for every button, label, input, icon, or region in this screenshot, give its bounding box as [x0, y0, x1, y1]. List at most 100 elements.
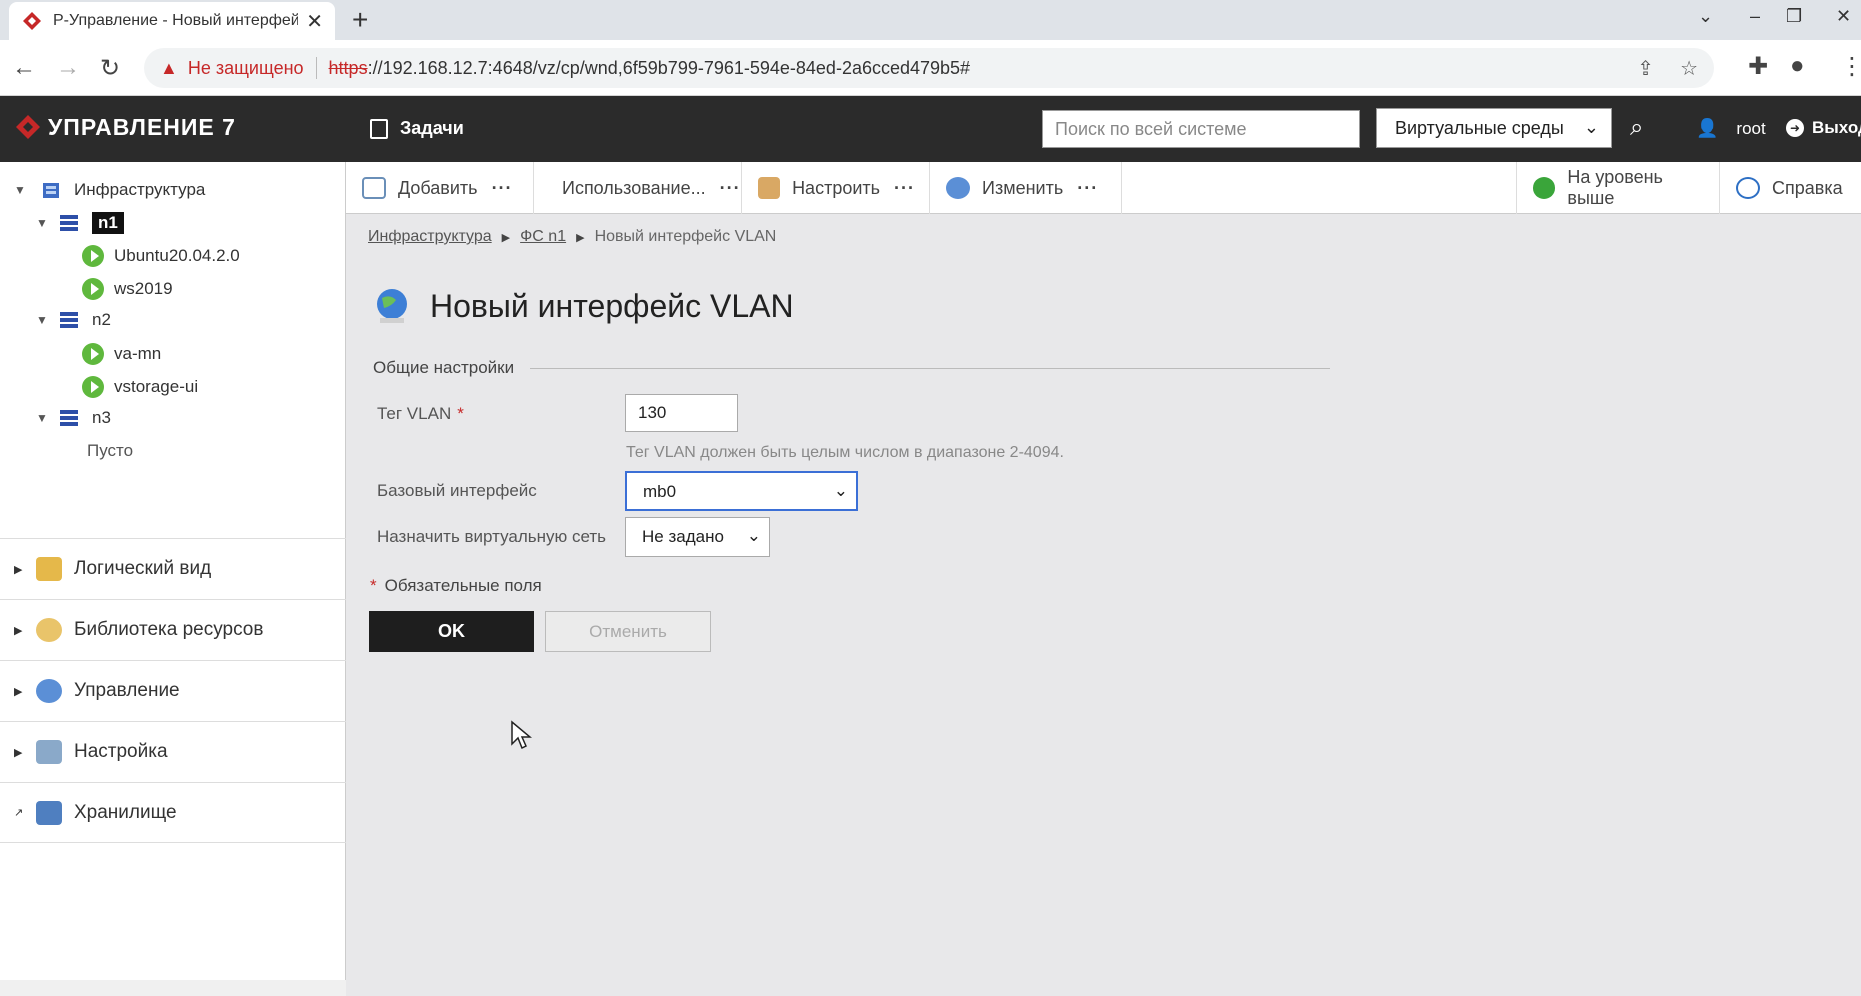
expand-toggle-icon[interactable]: ▼ [36, 216, 54, 230]
environment-select[interactable]: Виртуальные среды ⌄ [1376, 108, 1612, 148]
chevron-down-icon: ⌄ [833, 481, 848, 500]
expand-toggle-icon[interactable]: ▼ [36, 411, 54, 425]
server-node-icon [60, 410, 78, 426]
profile-icon[interactable]: ● [1790, 52, 1805, 80]
help-label: Справка [1772, 177, 1843, 198]
empty-label: Пусто [87, 441, 134, 460]
app-logo[interactable]: УПРАВЛЕНИЕ 7 [14, 113, 236, 141]
ok-button[interactable]: OK [369, 611, 534, 652]
global-search-input[interactable]: Поиск по всей системе [1042, 110, 1360, 148]
tree-item-label: ws2019 [114, 279, 173, 298]
tab-close-icon[interactable]: ✕ [306, 9, 323, 34]
cancel-button[interactable]: Отменить [545, 611, 711, 652]
change-gear-icon [946, 177, 970, 199]
reload-icon[interactable]: ↻ [100, 54, 120, 83]
required-marker: * [457, 404, 464, 423]
browser-menu-icon[interactable]: ⋮ [1840, 52, 1861, 81]
up-level-label: На уровень выше [1567, 167, 1663, 208]
external-link-icon: ↗ [14, 807, 24, 819]
tree-item-empty: Пусто [87, 441, 133, 461]
expand-arrow-icon: ▶ [14, 746, 23, 759]
up-level-button[interactable]: На уровень выше [1516, 162, 1720, 214]
breadcrumb-current: Новый интерфейс VLAN [594, 228, 777, 245]
tree-item-node-n2[interactable]: ▼ n2 [36, 310, 111, 330]
base-interface-select[interactable]: mb0 ⌄ [625, 471, 858, 511]
username: root [1736, 118, 1766, 138]
share-icon[interactable]: ⇪ [1637, 56, 1654, 81]
page-title: Новый интерфейс VLAN [372, 286, 794, 326]
logo-icon [16, 115, 40, 139]
sidebar-horizontal-scrollbar[interactable] [0, 980, 346, 996]
tab-list-chevron-icon[interactable]: ⌄ [1698, 6, 1713, 27]
add-button[interactable]: Добавить ··· [346, 162, 534, 214]
vlan-tag-hint: Тег VLAN должен быть целым числом в диап… [626, 444, 1064, 461]
virtual-network-select[interactable]: Не задано ⌄ [625, 517, 770, 557]
change-button[interactable]: Изменить ··· [930, 162, 1122, 214]
bookmark-star-icon[interactable]: ☆ [1680, 56, 1698, 81]
extensions-icon[interactable]: ✚ [1748, 52, 1768, 81]
tree-item-node-n1[interactable]: ▼ n1 [36, 212, 124, 234]
minimize-icon[interactable]: – [1750, 6, 1760, 27]
vlan-tag-input[interactable]: 130 [625, 394, 738, 432]
tree-item-vm[interactable]: Ubuntu20.04.2.0 [82, 245, 240, 267]
browser-tab[interactable]: Р-Управление - Новый интерфейс VLAN ✕ [9, 2, 335, 40]
new-tab-button[interactable]: + [352, 4, 368, 36]
back-icon[interactable]: ← [12, 54, 36, 82]
section-label: Логический вид [74, 558, 212, 579]
expand-toggle-icon[interactable]: ▼ [36, 313, 54, 327]
sidebar-section-management[interactable]: ▶ Управление [0, 660, 346, 721]
tab-title: Р-Управление - Новый интерфейс VLAN [53, 12, 299, 29]
configure-button[interactable]: Настроить ··· [742, 162, 930, 214]
configure-label: Настроить [792, 177, 881, 198]
more-icon[interactable]: ··· [720, 178, 741, 199]
help-button[interactable]: Справка [1720, 162, 1861, 214]
tree-item-label: vstorage-ui [114, 377, 199, 396]
configure-icon [758, 177, 781, 199]
sidebar-section-settings[interactable]: ▶ Настройка [0, 721, 346, 782]
breadcrumb-link[interactable]: ФС n1 [520, 228, 566, 246]
navigation-sidebar: ▼ Инфраструктура ▼ n1 Ubuntu20.04.2.0 ws… [0, 162, 346, 996]
logout-icon: ➜ [1786, 119, 1804, 137]
expand-toggle-icon[interactable]: ▼ [14, 183, 32, 197]
sidebar-section-storage[interactable]: ↗ Хранилище [0, 782, 346, 843]
expand-arrow-icon: ▶ [14, 624, 23, 637]
more-icon[interactable]: ··· [492, 178, 513, 199]
usage-button[interactable]: Использование... ··· [534, 162, 742, 214]
more-icon[interactable]: ··· [894, 178, 915, 199]
restore-icon[interactable]: ❐ [1786, 6, 1802, 27]
section-label: Библиотека ресурсов [74, 619, 264, 640]
user-menu[interactable]: 👤 root [1696, 118, 1766, 139]
tree-item-label: va-mn [114, 344, 162, 363]
forward-icon[interactable]: → [56, 54, 80, 82]
storage-icon [36, 800, 62, 825]
tree-item-vm[interactable]: vstorage-ui [82, 376, 198, 398]
chevron-down-icon: ⌄ [1583, 117, 1599, 137]
resource-library-icon [36, 618, 62, 642]
tasks-button[interactable]: Задачи [370, 118, 464, 139]
breadcrumb-link[interactable]: Инфраструктура [368, 228, 492, 246]
address-bar: ← → ↻ ▲ Не защищено https://192.168.12.7… [0, 40, 1861, 96]
server-node-icon [60, 312, 78, 328]
app-header: УПРАВЛЕНИЕ 7 Задачи Поиск по всей систем… [0, 96, 1861, 162]
sidebar-section-logical-view[interactable]: ▶ Логический вид [0, 538, 346, 599]
server-node-icon [60, 215, 78, 231]
tree-item-node-n3[interactable]: ▼ n3 [36, 408, 111, 428]
security-status[interactable]: Не защищено [188, 58, 304, 79]
tree-item-vm[interactable]: va-mn [82, 343, 161, 365]
search-icon[interactable]: ⌕ [1630, 114, 1643, 142]
sidebar-section-resource-library[interactable]: ▶ Библиотека ресурсов [0, 599, 346, 660]
tree-item-vm[interactable]: ws2019 [82, 278, 173, 300]
usage-label: Использование... [562, 177, 706, 198]
required-fields-note: * Обязательные поля [370, 576, 542, 596]
logout-button[interactable]: ➜ Выход [1786, 118, 1861, 138]
section-legend: Общие настройки [373, 358, 515, 377]
breadcrumb-separator-icon: ▶ [576, 231, 585, 244]
vm-running-icon [82, 245, 104, 267]
more-icon[interactable]: ··· [1077, 178, 1098, 199]
tree-item-infrastructure[interactable]: ▼ Инфраструктура [14, 179, 205, 201]
network-globe-icon [377, 289, 407, 323]
user-icon: 👤 [1696, 118, 1719, 138]
url-field[interactable]: ▲ Не защищено https://192.168.12.7:4648/… [144, 48, 1714, 88]
required-fields-text: Обязательные поля [384, 576, 542, 595]
window-close-icon[interactable]: ✕ [1836, 6, 1851, 27]
